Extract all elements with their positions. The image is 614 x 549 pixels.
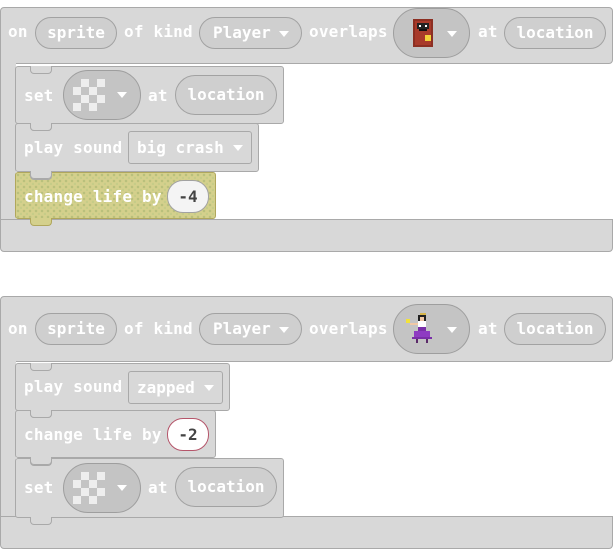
play-sound-block[interactable]: play sound zapped	[15, 363, 230, 418]
location-variable[interactable]: location	[175, 75, 277, 115]
chevron-down-icon	[447, 327, 457, 333]
sprite-variable[interactable]: sprite	[35, 313, 117, 345]
at-label: at	[148, 478, 168, 497]
event-footer	[0, 219, 613, 252]
of-kind-label: of kind	[124, 22, 193, 41]
overlaps-label: overlaps	[309, 319, 388, 338]
set-label: set	[24, 86, 54, 105]
on-label: on	[8, 22, 28, 41]
change-life-block[interactable]: change life by -4	[15, 172, 216, 226]
event-body-side	[0, 361, 16, 521]
location-variable[interactable]: location	[504, 313, 606, 345]
chevron-down-icon	[447, 31, 457, 37]
checker-tile-icon	[73, 79, 105, 111]
chevron-down-icon	[117, 485, 127, 491]
chevron-down-icon	[204, 385, 214, 391]
block-tab	[30, 171, 52, 179]
other-kind-dropdown[interactable]	[393, 8, 470, 58]
play-sound-label: play sound	[24, 377, 123, 396]
block-tab	[30, 410, 52, 418]
block-tab	[30, 218, 52, 226]
life-amount-input[interactable]: -2	[167, 418, 209, 451]
chevron-down-icon	[279, 327, 289, 333]
sprite-variable[interactable]: sprite	[35, 17, 117, 49]
block-tab	[30, 457, 52, 465]
chevron-down-icon	[279, 31, 289, 37]
checker-tile-icon	[73, 472, 105, 504]
set-label: set	[24, 478, 54, 497]
kind-value: Player	[213, 23, 271, 42]
at-label: at	[148, 86, 168, 105]
overlaps-label: overlaps	[309, 22, 388, 41]
at-label: at	[478, 319, 498, 338]
sound-value: zapped	[137, 377, 195, 397]
overlap-event-block-1[interactable]: on sprite of kind Player overlaps at loc…	[0, 7, 614, 253]
set-tile-block[interactable]: set at location	[15, 66, 284, 131]
change-life-label: change life by	[24, 425, 162, 444]
at-label: at	[478, 22, 498, 41]
on-label: on	[8, 319, 28, 338]
event-footer	[0, 516, 613, 549]
life-amount-input[interactable]: -4	[167, 180, 209, 213]
event-body-side	[0, 63, 16, 223]
chevron-down-icon	[117, 92, 127, 98]
tile-image-dropdown[interactable]	[63, 70, 141, 120]
block-tab	[30, 517, 52, 525]
sound-dropdown[interactable]: big crash	[128, 131, 252, 164]
kind-value: Player	[213, 319, 271, 338]
enemy-sprite-icon	[413, 19, 433, 47]
play-sound-block[interactable]: play sound big crash	[15, 123, 259, 179]
of-kind-label: of kind	[124, 319, 193, 338]
play-sound-label: play sound	[24, 138, 123, 157]
sound-dropdown[interactable]: zapped	[128, 371, 223, 404]
location-variable[interactable]: location	[175, 467, 277, 507]
kind-dropdown[interactable]: Player	[199, 313, 302, 345]
change-life-label: change life by	[24, 187, 162, 206]
sound-value: big crash	[137, 137, 224, 157]
block-tab	[30, 123, 52, 131]
location-variable[interactable]: location	[504, 17, 606, 49]
tile-image-dropdown[interactable]	[63, 463, 141, 513]
block-notch	[30, 363, 52, 371]
overlap-event-block-2[interactable]: on sprite of kind Player overlaps at loc…	[0, 296, 614, 549]
other-kind-dropdown[interactable]	[393, 304, 470, 354]
princess-sprite-icon	[406, 313, 432, 343]
kind-dropdown[interactable]: Player	[199, 17, 302, 49]
set-tile-block[interactable]: set at location	[15, 458, 284, 525]
chevron-down-icon	[233, 145, 243, 151]
block-notch	[30, 66, 52, 74]
